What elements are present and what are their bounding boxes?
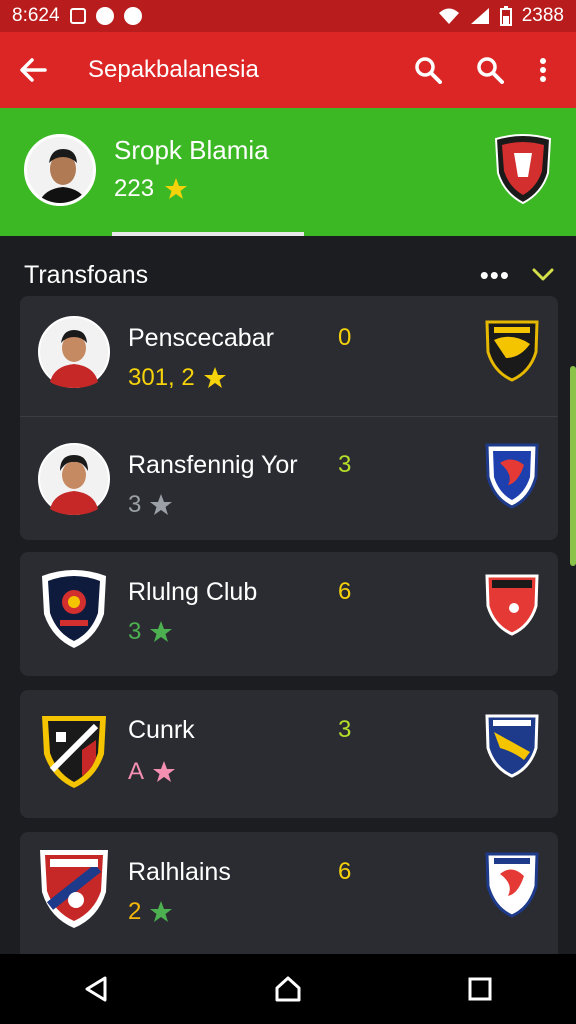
item-rating-value: 3 [128,618,142,645]
club-crest-badge [484,441,540,514]
star-icon [150,621,173,642]
back-arrow-icon[interactable] [18,55,48,85]
status-right-text: 2388 [521,5,564,26]
chevron-down-icon[interactable] [532,268,554,282]
item-rating: 2 [128,898,173,926]
item-number: 3 [338,716,352,743]
item-number: 6 [338,578,352,605]
club-shield-icon [42,570,106,648]
nav-back-button[interactable] [66,959,126,1019]
list-item[interactable]: Ralhlains 2 6 [20,832,558,954]
club-crest-badge[interactable] [492,133,554,210]
app-bar: Sepakbalanesia [0,32,576,108]
shield-notification-icon [123,7,142,25]
club-shield-icon [485,320,539,382]
nav-recents-button[interactable] [450,959,510,1019]
overflow-menu-button[interactable] [528,46,558,94]
club-shield-icon [494,134,552,205]
item-rating: 3 [128,491,173,519]
club-shield-icon [485,574,539,636]
section-title: Transfoans [24,260,149,289]
scrollbar[interactable] [570,366,576,566]
status-time: 8:624 [12,5,60,26]
app-notification-icon [69,8,86,24]
club-crest-badge [484,850,540,923]
wifi-icon [438,8,459,24]
item-name: Ransfennig Yor [128,451,298,479]
item-name: Cunrk [128,716,195,744]
player-photo-icon [38,443,110,515]
app-title: Sepakbalanesia [88,56,259,83]
person-photo-icon [27,137,93,203]
search-icon [415,57,442,84]
back-triangle-icon [85,976,107,1002]
item-rating-value: 3 [128,491,142,518]
star-icon [203,367,226,388]
item-rating-value: A [128,758,145,785]
star-icon [150,901,173,922]
home-icon [275,976,301,1002]
club-shield-icon [485,714,539,778]
star-icon [165,178,188,199]
mail-notification-icon [95,7,114,25]
club-crest-badge [484,318,540,387]
item-rating-value: 301, 2 [128,364,195,391]
more-horizontal-icon[interactable]: ••• [480,260,510,291]
search-icon [477,57,504,84]
list-item[interactable]: Rlulng Club 3 6 [20,552,558,676]
more-vertical-icon [540,58,546,82]
star-icon [153,761,176,782]
profile-avatar[interactable] [24,134,96,206]
club-shield-icon [485,443,539,509]
star-icon [150,494,173,515]
club-shield-icon [485,852,539,918]
search-button-secondary[interactable] [466,46,514,94]
nav-home-button[interactable] [258,959,318,1019]
club-shield-icon [42,716,106,788]
club-shield-icon [40,850,108,928]
search-button[interactable] [404,46,452,94]
player-photo-icon [38,316,110,388]
item-name: Ralhlains [128,858,231,886]
profile-rating: 223 [114,175,188,203]
status-bar: 8:624 2388 [0,0,576,32]
tab-indicator [112,232,304,236]
battery-icon [499,6,512,26]
item-rating: 3 [128,618,173,646]
profile-name: Sropk Blamia [114,135,269,165]
club-crest-badge [484,712,540,783]
profile-rating-value: 223 [114,175,155,202]
recents-square-icon [468,977,492,1001]
signal-icon [470,8,489,24]
item-number: 0 [338,324,352,351]
system-nav-bar [0,954,576,1024]
list-item[interactable]: Cunrk A 3 [20,690,558,818]
item-rating: 301, 2 [128,364,227,392]
section-header: Transfoans ••• [24,258,554,292]
item-name: Penscecabar [128,324,274,352]
item-name: Rlulng Club [128,578,258,606]
list-item[interactable]: Ransfennig Yor 3 3 [20,417,558,540]
item-number: 6 [338,858,352,885]
club-crest-badge [484,572,540,641]
item-rating-value: 2 [128,898,142,925]
item-number: 3 [338,451,352,478]
list-item[interactable]: Penscecabar 301, 2 0 [20,296,558,416]
item-rating: A [128,758,176,786]
